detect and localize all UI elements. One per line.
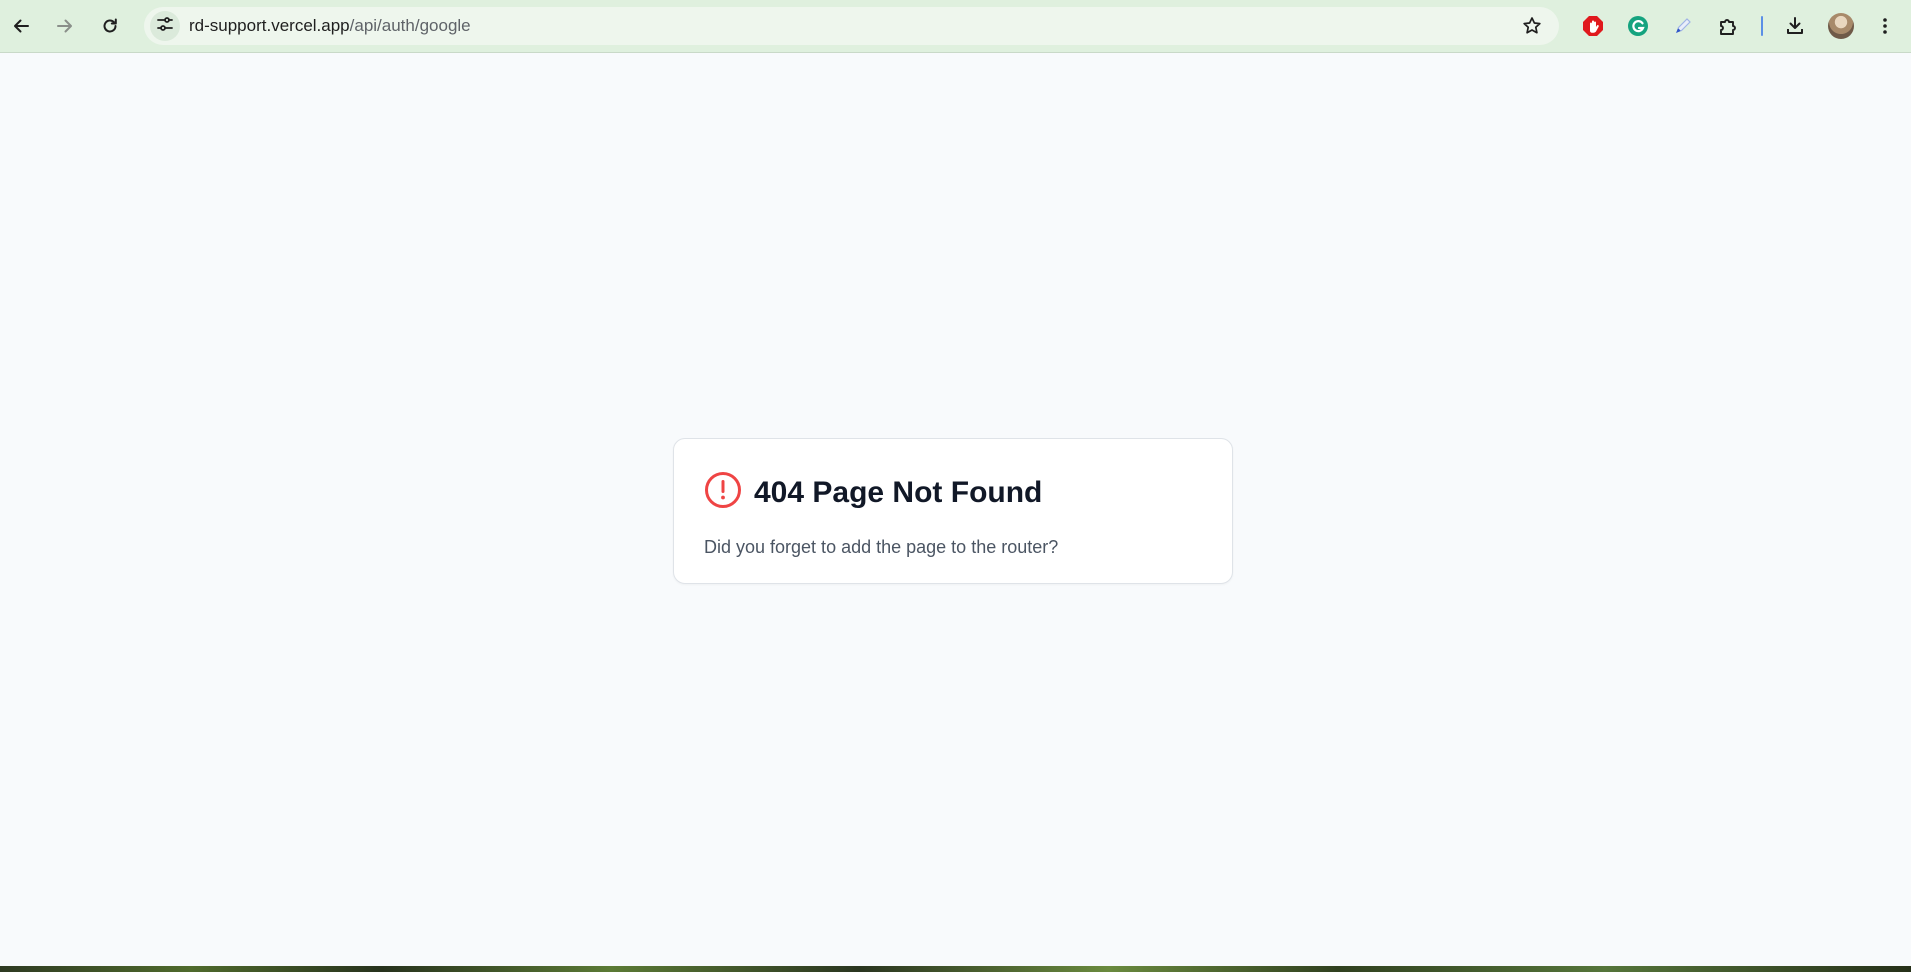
reload-icon (100, 16, 120, 36)
kebab-menu-icon (1875, 16, 1895, 36)
back-button[interactable] (4, 9, 38, 43)
toolbar-divider (1761, 16, 1763, 36)
grammarly-extension-button[interactable] (1621, 9, 1655, 43)
browser-menu-button[interactable] (1868, 9, 1902, 43)
tune-icon (156, 15, 174, 38)
browser-toolbar: rd-support.vercel.app/api/auth/google (0, 0, 1911, 53)
page-content: 404 Page Not Found Did you forget to add… (0, 53, 1911, 966)
url-path: /api/auth/google (349, 16, 471, 35)
site-info-button[interactable] (150, 11, 180, 41)
grammarly-icon (1627, 15, 1649, 37)
pen-extension-button[interactable] (1666, 9, 1700, 43)
error-message: Did you forget to add the page to the ro… (704, 537, 1059, 557)
url-text[interactable]: rd-support.vercel.app/api/auth/google (189, 17, 471, 35)
address-bar[interactable]: rd-support.vercel.app/api/auth/google (144, 7, 1559, 45)
adblock-hand-icon (1581, 14, 1605, 38)
puzzle-icon (1717, 15, 1739, 37)
star-icon (1521, 17, 1543, 41)
extensions-button[interactable] (1711, 9, 1745, 43)
downloads-button[interactable] (1778, 9, 1812, 43)
url-host: rd-support.vercel.app (189, 16, 350, 35)
arrow-right-icon (55, 16, 75, 36)
desktop-wallpaper-strip (0, 966, 1911, 972)
forward-button[interactable] (48, 9, 82, 43)
error-title: 404 Page Not Found (754, 475, 1043, 509)
error-card: 404 Page Not Found Did you forget to add… (673, 438, 1233, 584)
adblock-extension-button[interactable] (1576, 9, 1610, 43)
bookmark-button[interactable] (1521, 15, 1543, 42)
reload-button[interactable] (93, 9, 127, 43)
error-header: 404 Page Not Found (704, 471, 1042, 514)
alert-circle-icon (704, 471, 742, 514)
pen-icon (1672, 15, 1694, 37)
download-icon (1784, 15, 1806, 37)
arrow-left-icon (11, 16, 31, 36)
avatar[interactable] (1828, 13, 1854, 39)
